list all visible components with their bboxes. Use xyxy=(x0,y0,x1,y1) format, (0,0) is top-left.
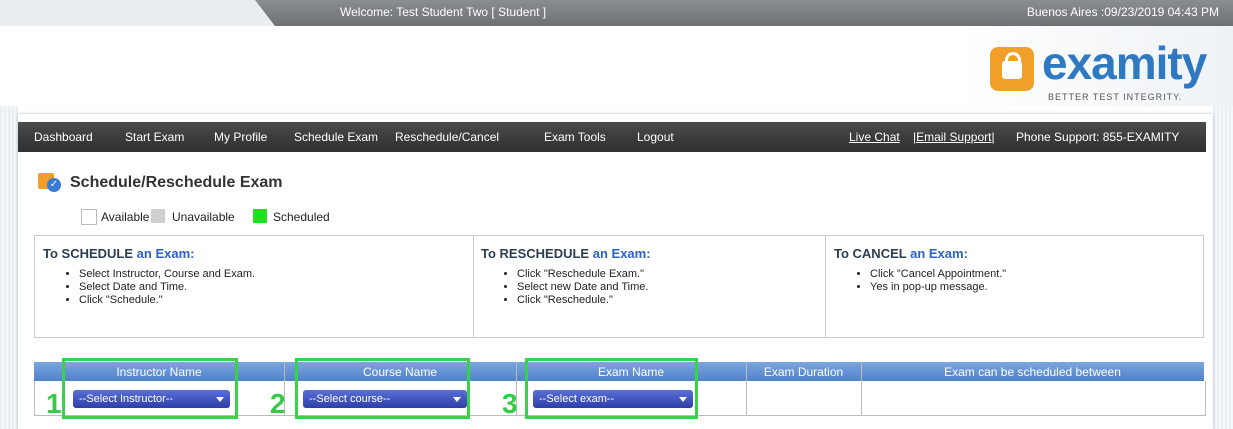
col-schedule-window: Exam can be scheduled between xyxy=(944,365,1121,379)
legend-scheduled-swatch xyxy=(253,209,267,223)
column-divider xyxy=(861,362,862,415)
chevron-down-icon xyxy=(679,397,687,402)
schedule-instructions: To SCHEDULE an Exam: Select Instructor, … xyxy=(43,236,473,337)
main-card: Dashboard Start Exam My Profile Schedule… xyxy=(18,114,1213,429)
highlight-course xyxy=(295,358,470,419)
cancel-heading: To CANCEL an Exam: xyxy=(834,246,968,261)
list-item: Click "Cancel Appointment." xyxy=(870,268,1006,281)
email-support-link[interactable]: |Email Support| xyxy=(913,130,995,144)
top-bar: Welcome: Test Student Two [ Student ] Bu… xyxy=(0,0,1233,26)
live-chat-link[interactable]: Live Chat xyxy=(849,130,900,144)
exam-select-value: --Select exam-- xyxy=(539,393,615,405)
schedule-heading: To SCHEDULE an Exam: xyxy=(43,246,195,261)
calendar-check-icon: ✓ xyxy=(38,170,62,192)
legend-unavailable-swatch xyxy=(151,209,165,223)
nav-logout[interactable]: Logout xyxy=(637,130,674,144)
background-right xyxy=(1213,106,1233,429)
page-title: Schedule/Reschedule Exam xyxy=(70,174,283,191)
col-exam-duration: Exam Duration xyxy=(763,365,844,379)
logo-wordmark: examity xyxy=(1042,37,1207,89)
course-select[interactable]: --Select course-- xyxy=(303,390,467,408)
highlight-exam xyxy=(525,358,698,419)
legend-available-swatch xyxy=(81,209,97,225)
phone-support: Phone Support: 855-EXAMITY xyxy=(1016,130,1180,144)
divider xyxy=(473,236,474,337)
instructor-select[interactable]: --Select Instructor-- xyxy=(73,390,230,408)
main-nav: Dashboard Start Exam My Profile Schedule… xyxy=(18,122,1206,152)
highlight-instructor xyxy=(62,358,238,419)
cancel-instructions: To CANCEL an Exam: Click "Cancel Appoint… xyxy=(834,236,1194,337)
legend-unavailable: Unavailable xyxy=(172,210,235,224)
list-item: Yes in pop-up message. xyxy=(870,281,1006,294)
course-select-value: --Select course-- xyxy=(309,393,391,405)
logo-tagline: BETTER TEST INTEGRITY. xyxy=(1048,92,1183,102)
column-divider xyxy=(746,362,747,415)
nav-start-exam[interactable]: Start Exam xyxy=(125,130,184,144)
nav-exam-tools[interactable]: Exam Tools xyxy=(544,130,606,144)
nav-dashboard[interactable]: Dashboard xyxy=(34,130,93,144)
instructor-select-value: --Select Instructor-- xyxy=(79,393,174,405)
chevron-down-icon xyxy=(453,397,461,402)
step-number-3: 3 xyxy=(502,388,518,419)
step-number-2: 2 xyxy=(270,388,286,419)
legend-available: Available xyxy=(101,210,150,224)
chevron-down-icon xyxy=(216,397,224,402)
nav-schedule-exam[interactable]: Schedule Exam xyxy=(294,130,378,144)
background-left xyxy=(0,106,18,429)
reschedule-heading: To RESCHEDULE an Exam: xyxy=(481,246,651,261)
lock-icon xyxy=(990,47,1034,91)
nav-my-profile[interactable]: My Profile xyxy=(214,130,267,144)
list-item: Click "Reschedule Exam." xyxy=(517,268,648,281)
examity-logo[interactable]: examity BETTER TEST INTEGRITY. xyxy=(990,37,1210,110)
divider xyxy=(825,236,826,337)
legend-scheduled: Scheduled xyxy=(273,210,330,224)
instructions-panel: To SCHEDULE an Exam: Select Instructor, … xyxy=(34,235,1204,338)
list-item: Select Instructor, Course and Exam. xyxy=(79,268,255,281)
list-item: Select Date and Time. xyxy=(79,281,255,294)
exam-select[interactable]: --Select exam-- xyxy=(533,390,693,408)
timezone-datetime: Buenos Aires :09/23/2019 04:43 PM xyxy=(1026,5,1219,19)
list-item: Click "Schedule." xyxy=(79,294,255,307)
welcome-text: Welcome: Test Student Two [ Student ] xyxy=(340,5,547,19)
reschedule-instructions: To RESCHEDULE an Exam: Click "Reschedule… xyxy=(481,236,821,337)
list-item: Select new Date and Time. xyxy=(517,281,648,294)
nav-reschedule-cancel[interactable]: Reschedule/Cancel xyxy=(395,130,499,144)
list-item: Click "Reschedule." xyxy=(517,294,648,307)
step-number-1: 1 xyxy=(46,388,62,419)
